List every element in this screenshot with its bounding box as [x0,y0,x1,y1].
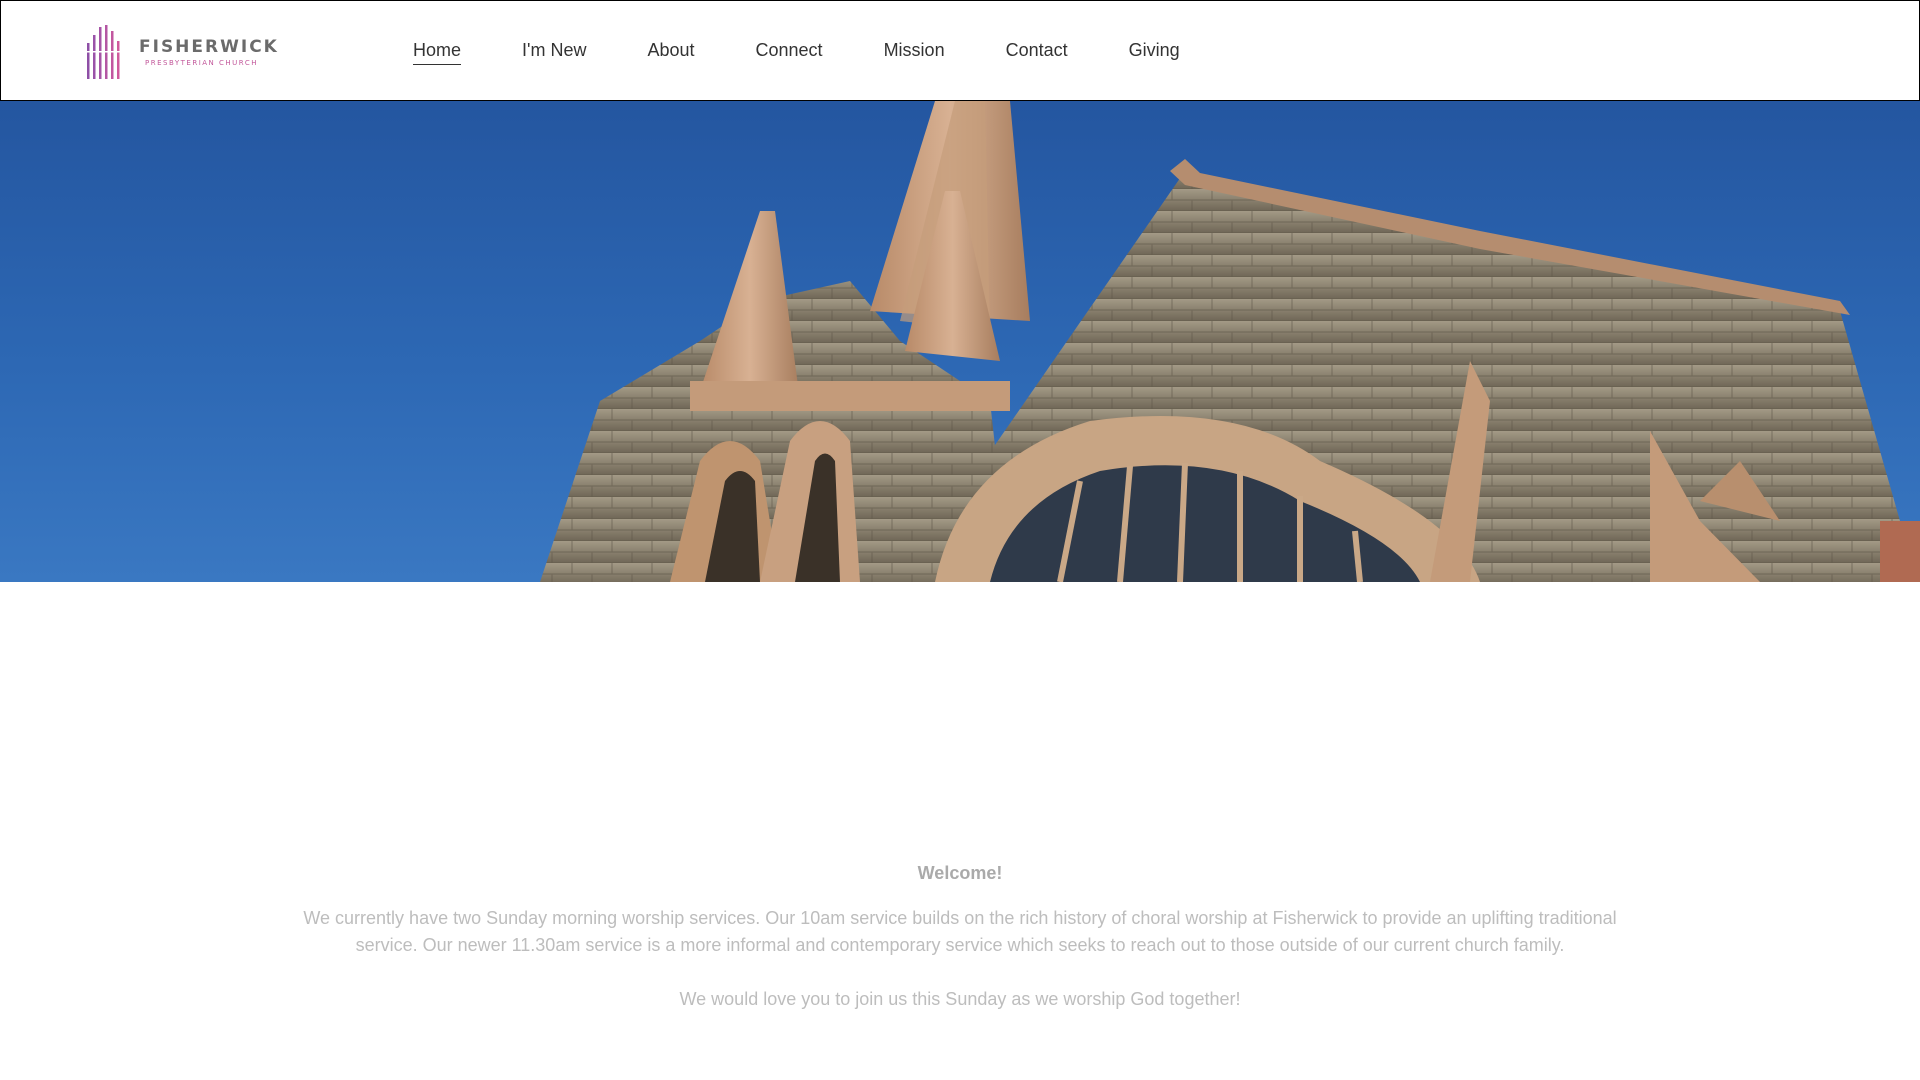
nav-contact[interactable]: Contact [1006,39,1068,65]
welcome-heading: Welcome! [917,863,1003,883]
nav-connect[interactable]: Connect [756,39,823,65]
church-facade-image [540,101,1920,582]
site-logo[interactable]: FISHERWICK Presbyterian Church [87,25,279,79]
main-navigation: Home I'm New About Connect Mission Conta… [413,39,1241,65]
logo-text: FISHERWICK Presbyterian Church [139,38,279,67]
nav-giving[interactable]: Giving [1129,39,1180,65]
services-paragraph: We currently have two Sunday morning wor… [303,908,1617,955]
nav-about[interactable]: About [647,39,694,65]
nav-mission[interactable]: Mission [884,39,945,65]
organ-pipes-icon [87,25,120,79]
logo-subtitle: Presbyterian Church [145,58,258,67]
nav-home[interactable]: Home [413,39,462,65]
logo-name: FISHERWICK [139,36,279,57]
nav-im-new[interactable]: I'm New [522,39,586,65]
hero-banner [0,101,1920,582]
invitation-paragraph: We would love you to join us this Sunday… [679,989,1241,1009]
site-header: FISHERWICK Presbyterian Church Home I'm … [0,0,1920,101]
